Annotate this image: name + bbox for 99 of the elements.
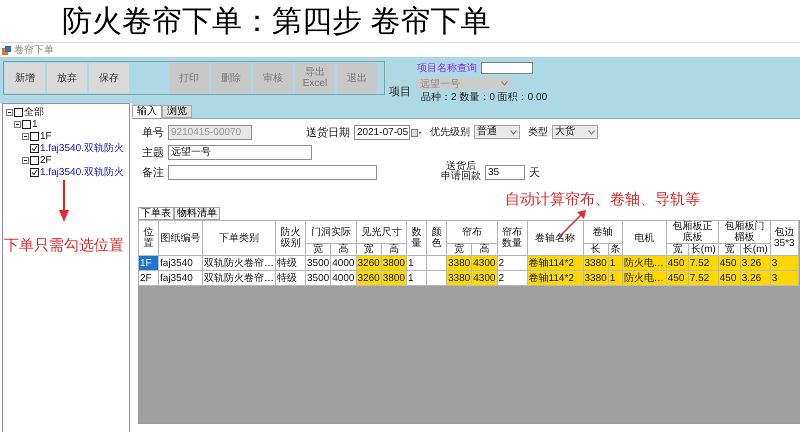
- table-cell: 3380: [446, 256, 472, 270]
- checkbox[interactable]: [30, 168, 39, 176]
- table-cell: 卷轴114*2: [527, 256, 583, 270]
- annotation-text: 下单只需勾选位置: [4, 236, 124, 255]
- column-header: 数量: [406, 220, 426, 256]
- table-cell: 2F: [138, 270, 158, 286]
- arrow-icon: [59, 180, 69, 222]
- collapse-icon[interactable]: [6, 108, 13, 116]
- table-cell: faj3540: [158, 256, 202, 270]
- column-header: 包厢板门楣板: [718, 220, 770, 244]
- field-label: 优先级别: [430, 126, 470, 139]
- search-label: 项目名称查询: [417, 62, 477, 75]
- table-cell: 3380: [583, 256, 608, 270]
- tree-item[interactable]: 2F: [40, 154, 52, 166]
- checkbox[interactable]: [22, 120, 31, 128]
- table-cell: 2: [497, 270, 527, 286]
- field-label: 备注: [142, 166, 164, 180]
- table-cell: 3380: [446, 270, 472, 286]
- column-header: 图纸编号: [158, 220, 202, 256]
- table-cell: 卷轴114*2: [527, 270, 583, 286]
- collapse-icon[interactable]: [22, 132, 29, 140]
- table-cell: 防火电…: [622, 270, 666, 286]
- column-header: 帘布数量: [497, 220, 527, 256]
- table-cell: 1: [406, 256, 426, 270]
- collapse-icon[interactable]: [14, 120, 21, 128]
- table-cell: 2: [497, 256, 527, 270]
- summary-text: 品种：2 数量：0 面积：0.00: [420, 90, 548, 104]
- table-cell: 4000: [330, 270, 356, 286]
- checkbox[interactable]: [30, 132, 39, 140]
- payment-days-field[interactable]: 35: [485, 164, 525, 180]
- checkbox[interactable]: [14, 108, 23, 116]
- subject-field[interactable]: 远望一号: [168, 144, 312, 160]
- app-icon: [2, 46, 11, 54]
- field-label: 送货后: [446, 162, 476, 172]
- checkbox[interactable]: [30, 144, 39, 152]
- column-header: 见光尺寸: [356, 220, 406, 244]
- table-cell: 3260: [356, 270, 382, 286]
- table-cell: 7.52: [688, 270, 718, 286]
- table-cell: 1F: [138, 256, 158, 270]
- table-cell: 7.52: [688, 256, 718, 270]
- column-header: 位置: [138, 220, 158, 256]
- tree-item[interactable]: 全部: [24, 105, 44, 119]
- caret-icon[interactable]: [501, 81, 508, 86]
- tree-item[interactable]: 1F: [40, 130, 52, 142]
- tab[interactable]: 输入: [132, 105, 162, 118]
- table-cell: 3500: [306, 270, 331, 286]
- priority-dropdown[interactable]: 普通: [474, 125, 520, 139]
- unit-label: 天: [529, 166, 540, 180]
- collapse-icon[interactable]: [22, 156, 29, 164]
- field-label: 申请回款: [441, 172, 481, 182]
- field-label: 主题: [142, 146, 164, 160]
- table-cell: 1: [406, 270, 426, 286]
- field-label: 送货日期: [306, 126, 350, 140]
- field-label: 单号: [142, 126, 164, 140]
- note-field[interactable]: [168, 164, 377, 180]
- column-header: 高: [330, 244, 356, 256]
- date-field[interactable]: 2021-07-05: [354, 124, 410, 140]
- column-header: 包厢板正底板: [666, 220, 718, 244]
- table-cell: 3260: [356, 256, 382, 270]
- project-label: 项目: [389, 85, 411, 99]
- column-header: 防火级别: [276, 220, 306, 256]
- column-header: 卷轴: [583, 220, 622, 244]
- table-cell: 3500: [306, 256, 331, 270]
- tree-item[interactable]: 1.faj3540.双轨防火: [40, 141, 124, 155]
- search-field[interactable]: [481, 62, 533, 74]
- column-header: 下单类别: [202, 220, 276, 256]
- checkbox[interactable]: [30, 156, 39, 164]
- table-cell: 3.26: [740, 256, 770, 270]
- caret-icon[interactable]: [588, 130, 595, 134]
- table-cell: faj3540: [158, 270, 202, 286]
- column-header: 宽: [306, 244, 331, 256]
- column-header: 门洞实际: [306, 220, 356, 244]
- table-cell: 双轨防火卷帘…: [202, 270, 276, 286]
- table-cell: 3.26: [740, 270, 770, 286]
- calendar-icon[interactable]: [411, 128, 422, 136]
- table-cell: 3: [770, 270, 798, 286]
- column-header: 帘布: [446, 220, 497, 244]
- tab[interactable]: 下单表: [138, 207, 174, 220]
- tree-item[interactable]: 1: [32, 118, 38, 130]
- table-cell: 4000: [330, 256, 356, 270]
- table-cell: 特级: [276, 256, 306, 270]
- annotation-text: 自动计算帘布、卷轴、导轨等: [505, 190, 700, 209]
- table-cell: 防火电…: [622, 256, 666, 270]
- type-dropdown[interactable]: 大货: [552, 125, 598, 139]
- column-header: 颜色: [426, 220, 446, 256]
- toolbar-button[interactable]: 保存: [89, 63, 129, 93]
- tab[interactable]: 物料清单: [174, 207, 220, 220]
- banner-title: 防火卷帘下单：第四步 卷帘下单: [62, 4, 490, 40]
- tree-item[interactable]: 1.faj3540.双轨防火: [40, 165, 124, 179]
- tab[interactable]: 浏览: [162, 105, 192, 118]
- table-cell: 3: [770, 256, 798, 270]
- toolbar-button[interactable]: 新增: [5, 63, 45, 93]
- table-cell: 3380: [583, 270, 608, 286]
- table-cell: 双轨防火卷帘…: [202, 256, 276, 270]
- table-cell: 特级: [276, 270, 306, 286]
- field-label: 类型: [528, 126, 548, 139]
- window-title: 卷帘下单: [14, 44, 54, 57]
- toolbar-button[interactable]: 放弃: [47, 63, 87, 93]
- caret-icon[interactable]: [510, 130, 517, 134]
